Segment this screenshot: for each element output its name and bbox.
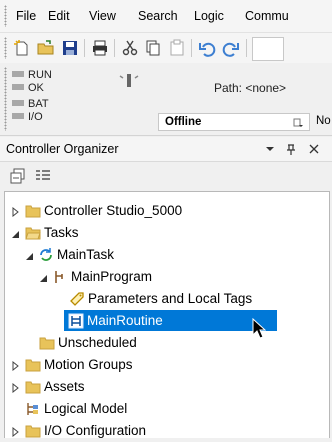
io-label: I/O bbox=[28, 111, 43, 123]
toolbar-grip[interactable] bbox=[4, 37, 7, 59]
tree-item-label: MainProgram bbox=[71, 269, 153, 284]
tree-item-parameters-and-local-tags[interactable]: Parameters and Local Tags bbox=[5, 288, 329, 310]
logical-model-icon bbox=[25, 401, 41, 417]
save-icon[interactable] bbox=[60, 38, 80, 58]
pin-icon[interactable] bbox=[286, 141, 296, 161]
key-switch-icon bbox=[118, 71, 140, 89]
menu-edit[interactable]: Edit bbox=[48, 9, 70, 23]
collapse-arrow-icon[interactable] bbox=[11, 228, 20, 238]
folder-icon bbox=[25, 379, 41, 395]
folder-icon bbox=[25, 423, 41, 439]
organizer-dropdown-icon[interactable] bbox=[265, 141, 275, 161]
menu-search[interactable]: Search bbox=[138, 9, 178, 23]
toolbar-separator bbox=[191, 39, 192, 57]
undo-icon[interactable] bbox=[197, 38, 217, 58]
collapse-arrow-icon[interactable] bbox=[39, 272, 48, 282]
menu-file[interactable]: File bbox=[16, 9, 36, 23]
tree-item-mainroutine[interactable]: MainRoutine bbox=[5, 310, 329, 332]
bat-label: BAT bbox=[28, 98, 49, 110]
toolbar-separator bbox=[84, 39, 85, 57]
tree-item-assets[interactable]: Assets bbox=[5, 376, 329, 398]
filter-list-icon[interactable] bbox=[33, 166, 53, 186]
tree-item-controller[interactable]: Controller Studio_5000 bbox=[5, 200, 329, 222]
menu-view[interactable]: View bbox=[89, 9, 116, 23]
program-icon bbox=[52, 269, 68, 285]
tree-item-label: Unscheduled bbox=[58, 335, 137, 350]
tree-item-label: I/O Configuration bbox=[44, 423, 147, 438]
tree-item-label: Controller Studio_5000 bbox=[44, 203, 183, 218]
io-led bbox=[12, 113, 24, 119]
expand-arrow-icon[interactable] bbox=[11, 426, 20, 438]
tree-item-motion-groups[interactable]: Motion Groups bbox=[5, 354, 329, 376]
ok-indicator: OK bbox=[12, 82, 44, 94]
path-label: Path: <none> bbox=[214, 81, 287, 95]
cut-icon[interactable] bbox=[120, 38, 140, 58]
tree-item-label: Parameters and Local Tags bbox=[88, 291, 253, 306]
redo-icon[interactable] bbox=[221, 38, 241, 58]
io-indicator: I/O bbox=[12, 111, 43, 123]
expand-arrow-icon[interactable] bbox=[11, 382, 20, 394]
open-folder-icon bbox=[25, 225, 41, 241]
main-toolbar bbox=[0, 32, 332, 64]
dropdown-caret-icon[interactable] bbox=[293, 117, 303, 127]
new-file-icon[interactable] bbox=[12, 38, 32, 58]
print-icon[interactable] bbox=[90, 38, 110, 58]
tree-item-mainprogram[interactable]: MainProgram bbox=[5, 266, 329, 288]
tree-item-label: MainTask bbox=[57, 247, 115, 262]
tree-item-label: Assets bbox=[44, 379, 85, 394]
ladder-routine-icon bbox=[68, 313, 84, 329]
tree-item-maintask[interactable]: MainTask bbox=[5, 244, 329, 266]
tree-item-label: Motion Groups bbox=[44, 357, 133, 372]
folder-icon bbox=[25, 203, 41, 219]
controller-mode-dropdown[interactable]: Offline bbox=[158, 113, 310, 131]
tree-item-logical-model[interactable]: Logical Model bbox=[5, 398, 329, 420]
run-led bbox=[12, 71, 24, 77]
menu-logic[interactable]: Logic bbox=[194, 9, 224, 23]
bat-indicator: BAT bbox=[12, 98, 49, 110]
organizer-header: Controller Organizer bbox=[0, 137, 332, 162]
tree-item-tasks[interactable]: Tasks bbox=[5, 222, 329, 244]
menu-bar: File Edit View Search Logic Commu bbox=[0, 0, 332, 32]
organizer-toolbar bbox=[0, 162, 332, 190]
run-indicator: RUN bbox=[12, 69, 52, 81]
controller-mode-value: Offline bbox=[165, 116, 202, 128]
expand-arrow-icon[interactable] bbox=[11, 360, 20, 372]
tag-icon bbox=[69, 291, 85, 307]
ok-label: OK bbox=[28, 82, 44, 94]
toolbar-separator bbox=[114, 39, 115, 57]
toolbar-combo[interactable] bbox=[252, 37, 284, 61]
paste-icon[interactable] bbox=[167, 38, 187, 58]
mouse-cursor-icon bbox=[252, 317, 267, 340]
open-folder-icon[interactable] bbox=[36, 38, 56, 58]
status-grip[interactable] bbox=[4, 67, 7, 131]
mode-extra-label: No bbox=[316, 115, 331, 127]
controller-status-panel: RUN OK BAT I/O Path: <none> Offline No bbox=[0, 63, 332, 136]
tree-item-label: Tasks bbox=[44, 225, 79, 240]
copy-icon[interactable] bbox=[143, 38, 163, 58]
tree-item-label: Logical Model bbox=[44, 401, 128, 416]
menu-grip[interactable] bbox=[4, 5, 7, 27]
collapse-all-icon[interactable] bbox=[8, 166, 28, 186]
run-label: RUN bbox=[28, 69, 52, 81]
menu-communications[interactable]: Commu bbox=[245, 9, 289, 23]
collapse-arrow-icon[interactable] bbox=[25, 250, 34, 260]
tree-item-label: MainRoutine bbox=[87, 313, 163, 328]
tree-item-unscheduled[interactable]: Unscheduled bbox=[5, 332, 329, 354]
bat-led bbox=[12, 100, 24, 106]
controller-organizer-tree: Controller Studio_5000 Tasks MainTask Ma… bbox=[4, 191, 330, 438]
organizer-title: Controller Organizer bbox=[6, 142, 119, 156]
task-cycle-icon bbox=[38, 247, 54, 263]
expand-arrow-icon[interactable] bbox=[11, 206, 20, 218]
folder-icon bbox=[25, 357, 41, 373]
toolbar-separator bbox=[246, 39, 247, 57]
close-icon[interactable] bbox=[309, 141, 319, 161]
tree-item-io-configuration[interactable]: I/O Configuration bbox=[5, 420, 329, 442]
ok-led bbox=[12, 84, 24, 90]
folder-icon bbox=[39, 335, 55, 351]
